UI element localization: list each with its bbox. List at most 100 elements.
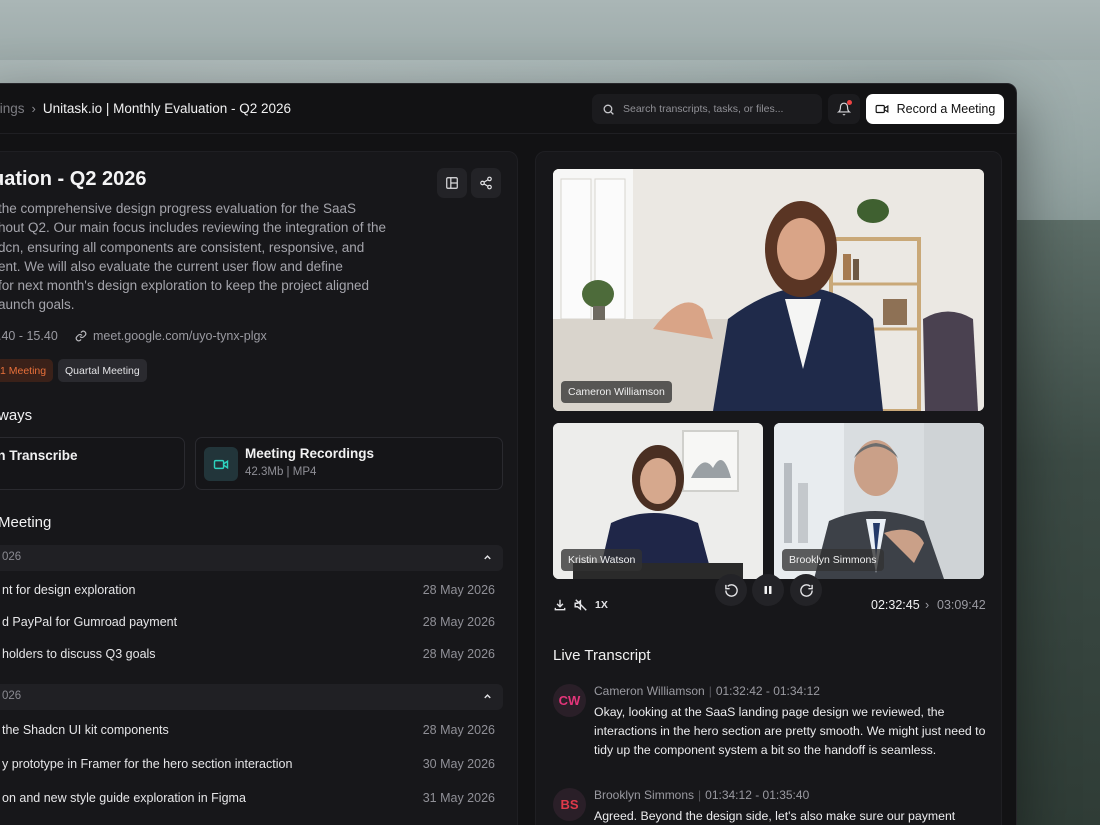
- description-line: ent. We will also evaluate the current u…: [0, 258, 343, 274]
- speaker-name: Cameron Williamson: [594, 684, 705, 698]
- current-time: 02:32:45: [871, 598, 920, 612]
- description-line: dcn, ensuring all components are consist…: [0, 239, 365, 255]
- record-meeting-button[interactable]: Record a Meeting: [866, 94, 1004, 124]
- task-date: 28 May 2026: [422, 723, 495, 737]
- time-range: 01:34:12 - 01:35:40: [705, 788, 810, 802]
- task-group-label: 026: [2, 690, 22, 702]
- search-icon: [603, 104, 614, 115]
- playback-speed[interactable]: 1X: [595, 599, 608, 611]
- layout-icon: [446, 177, 458, 189]
- pause-button[interactable]: [752, 574, 784, 606]
- tag-quartal-meeting[interactable]: Quartal Meeting: [58, 359, 147, 382]
- participant-name-label: Kristin Watson: [561, 549, 643, 571]
- total-time: 03:09:42: [937, 598, 986, 612]
- breadcrumb-current: Unitask.io | Monthly Evaluation - Q2 202…: [42, 101, 292, 116]
- chevron-up-icon[interactable]: [482, 691, 493, 702]
- notifications-button[interactable]: [828, 94, 860, 124]
- rewind-button[interactable]: [715, 574, 747, 606]
- speaker-video-frame: [553, 169, 984, 411]
- record-meeting-label: Record a Meeting: [896, 102, 996, 116]
- transcript-text: Okay, looking at the SaaS landing page d…: [594, 703, 985, 760]
- transcript-text: Agreed. Beyond the design side, let's al…: [594, 807, 955, 825]
- task-row[interactable]: nt for design exploration 28 May 2026: [0, 583, 503, 603]
- task-name: y prototype in Framer for the hero secti…: [2, 757, 293, 771]
- task-name: nt for design exploration: [2, 583, 136, 597]
- recordings-card[interactable]: Meeting Recordings 42.3Mb | MP4: [195, 437, 503, 490]
- video-icon: [213, 459, 229, 469]
- transcript-line: Okay, looking at the SaaS landing page d…: [594, 705, 945, 719]
- meeting-details-panel: uation - Q2 2026 the comprehensive desig…: [0, 151, 518, 825]
- background-mountain: [1010, 220, 1100, 825]
- breadcrumb: eetings › Unitask.io | Monthly Evaluatio…: [0, 101, 291, 116]
- separator: |: [708, 684, 712, 698]
- task-date: 28 May 2026: [422, 583, 495, 597]
- forward-button[interactable]: [790, 574, 822, 606]
- task-name: d PayPal for Gumroad payment: [2, 615, 178, 629]
- task-name: holders to discuss Q3 goals: [2, 647, 156, 661]
- recordings-icon-box: [204, 447, 238, 481]
- speaker-name: Brooklyn Simmons: [594, 788, 695, 802]
- rewind-icon: [724, 583, 738, 597]
- download-icon[interactable]: [553, 598, 567, 612]
- task-date: 28 May 2026: [422, 647, 495, 661]
- chevron-right-icon: ›: [31, 101, 36, 116]
- video-participant[interactable]: Kristin Watson: [553, 423, 763, 579]
- description-line: aunch goals.: [0, 297, 75, 313]
- video-main-speaker[interactable]: Cameron Williamson: [553, 169, 984, 411]
- task-group-header[interactable]: 026: [0, 684, 503, 710]
- transcript-line: Agreed. Beyond the design side, let's al…: [594, 809, 956, 823]
- transcribe-card-title: on Transcribe: [0, 448, 78, 463]
- task-name: the Shadcn UI kit components: [2, 723, 169, 737]
- description-line: the comprehensive design progress evalua…: [0, 201, 356, 216]
- chevron-up-icon[interactable]: [482, 552, 493, 563]
- transcript-entry-header: Cameron Williamson | 01:32:42 - 01:34:12: [594, 684, 820, 698]
- task-row[interactable]: the Shadcn UI kit components 28 May 2026: [0, 723, 503, 743]
- recordings-card-title: Meeting Recordings: [245, 446, 375, 461]
- task-group-header[interactable]: 026: [0, 545, 503, 571]
- avatar: BS: [553, 788, 586, 821]
- task-group-label: 026: [2, 551, 22, 563]
- search-input[interactable]: [623, 103, 813, 115]
- meeting-time-text: .40 - 15.40: [0, 329, 58, 343]
- top-bar: eetings › Unitask.io | Monthly Evaluatio…: [0, 84, 1016, 134]
- forward-icon: [799, 583, 813, 597]
- task-row[interactable]: on and new style guide exploration in Fi…: [0, 791, 503, 811]
- task-date: 28 May 2026: [422, 615, 495, 629]
- transcript-entry: CW Cameron Williamson | 01:32:42 - 01:34:1…: [553, 684, 993, 764]
- task-name: on and new style guide exploration in Fi…: [2, 791, 246, 805]
- meeting-link[interactable]: meet.google.com/uyo-tynx-plgx: [75, 329, 267, 343]
- transcript-line: interactions in the hero section are pre…: [594, 724, 986, 738]
- task-date: 31 May 2026: [422, 791, 495, 805]
- search-box[interactable]: [592, 94, 822, 124]
- notification-dot: [847, 100, 852, 105]
- avatar: CW: [553, 684, 586, 717]
- mute-icon[interactable]: [574, 598, 588, 612]
- takeaways-heading: ways: [0, 407, 33, 424]
- pause-icon: [764, 586, 772, 594]
- meeting-description: the comprehensive design progress evalua…: [0, 199, 408, 315]
- description-line: for next month's design exploration to k…: [0, 278, 370, 294]
- share-button[interactable]: [471, 168, 501, 198]
- task-row[interactable]: holders to discuss Q3 goals 28 May 2026: [0, 647, 503, 667]
- link-icon: [75, 330, 87, 342]
- video-participant[interactable]: Brooklyn Simmons: [774, 423, 984, 579]
- chevron-right-icon: ›: [925, 598, 930, 612]
- description-line: hout Q2. Our main focus includes reviewi…: [0, 220, 386, 236]
- participant-name-label: Cameron Williamson: [561, 381, 672, 403]
- tasks-heading: Meeting: [0, 514, 52, 531]
- app-window: eetings › Unitask.io | Monthly Evaluatio…: [0, 83, 1017, 825]
- meeting-link-text[interactable]: meet.google.com/uyo-tynx-plgx: [93, 329, 267, 343]
- transcript-line: tidy up the component system a bit so th…: [594, 743, 937, 757]
- recording-panel: Cameron Williamson Kristin Watson Brookl…: [535, 151, 1002, 825]
- tag-meeting-type[interactable]: 1 Meeting: [0, 359, 54, 382]
- separator: |: [698, 788, 702, 802]
- breadcrumb-parent[interactable]: eetings: [0, 101, 25, 116]
- task-row[interactable]: y prototype in Framer for the hero secti…: [0, 757, 503, 777]
- layout-button[interactable]: [437, 168, 467, 198]
- task-row[interactable]: d PayPal for Gumroad payment 28 May 2026: [0, 615, 503, 635]
- video-camera-icon: [875, 104, 889, 114]
- meeting-time: .40 - 15.40: [0, 329, 58, 343]
- transcribe-card[interactable]: on Transcribe X: [0, 437, 185, 490]
- task-date: 30 May 2026: [422, 757, 495, 771]
- transcript-entry: BS Brooklyn Simmons | 01:34:12 - 01:35:40 …: [553, 788, 993, 825]
